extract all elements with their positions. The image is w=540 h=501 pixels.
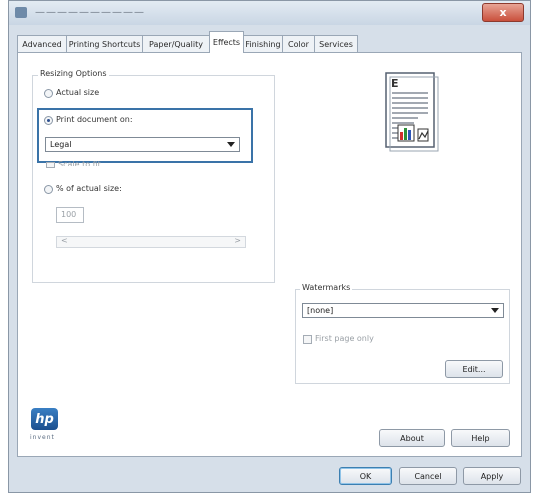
watermark-dropdown[interactable]: [none] xyxy=(302,303,504,318)
hp-logo: hp xyxy=(31,408,58,430)
percent-size-label: % of actual size: xyxy=(56,184,122,193)
print-document-on-label: Print document on: xyxy=(56,115,133,124)
tab-printing-shortcuts[interactable]: Printing Shortcuts xyxy=(66,35,143,52)
first-page-only-label: First page only xyxy=(315,334,374,343)
cancel-button[interactable]: Cancel xyxy=(399,467,457,485)
ok-button[interactable]: OK xyxy=(339,467,392,485)
chevron-down-icon xyxy=(227,142,235,147)
tab-paper-quality[interactable]: Paper/Quality xyxy=(142,35,210,52)
svg-text:E: E xyxy=(391,77,399,90)
page-preview-icon: E xyxy=(385,72,439,152)
effects-panel: Resizing Options Actual size Print docum… xyxy=(17,52,522,457)
window-title: —————————— xyxy=(35,7,145,18)
percent-input[interactable]: 100 xyxy=(56,207,84,223)
actual-size-radio[interactable] xyxy=(44,89,53,98)
tab-advanced[interactable]: Advanced xyxy=(17,35,67,52)
watermark-value: [none] xyxy=(307,306,334,315)
printer-properties-window: —————————— x Advanced Printing Shortcuts… xyxy=(8,0,531,493)
slider-left-arrow[interactable]: < xyxy=(61,236,68,245)
tab-finishing[interactable]: Finishing xyxy=(243,35,283,52)
scale-slider[interactable]: < > xyxy=(56,236,246,248)
printer-icon xyxy=(15,7,27,18)
print-document-on-radio[interactable] xyxy=(44,116,53,125)
actual-size-label: Actual size xyxy=(56,88,100,97)
chevron-down-icon xyxy=(491,308,499,313)
paper-size-value: Legal xyxy=(50,140,72,149)
percent-size-radio[interactable] xyxy=(44,185,53,194)
hp-caption: invent xyxy=(30,434,55,441)
paper-size-dropdown[interactable]: Legal xyxy=(45,137,240,152)
tab-effects[interactable]: Effects xyxy=(209,31,244,53)
title-bar[interactable]: —————————— x xyxy=(9,1,530,25)
tab-services[interactable]: Services xyxy=(314,35,358,52)
first-page-only-checkbox[interactable] xyxy=(303,335,312,344)
scale-to-fit-checkbox[interactable] xyxy=(46,162,55,168)
tab-color[interactable]: Color xyxy=(282,35,315,52)
apply-button[interactable]: Apply xyxy=(463,467,521,485)
resizing-options-legend: Resizing Options xyxy=(38,69,109,78)
about-button[interactable]: About xyxy=(379,429,445,447)
resizing-options-group xyxy=(32,75,275,283)
watermarks-legend: Watermarks xyxy=(300,283,353,292)
scale-to-fit-label: Scale to fit xyxy=(58,160,101,166)
slider-right-arrow[interactable]: > xyxy=(234,236,241,245)
edit-watermark-button[interactable]: Edit... xyxy=(445,360,503,378)
close-button[interactable]: x xyxy=(482,3,524,22)
help-button[interactable]: Help xyxy=(451,429,510,447)
